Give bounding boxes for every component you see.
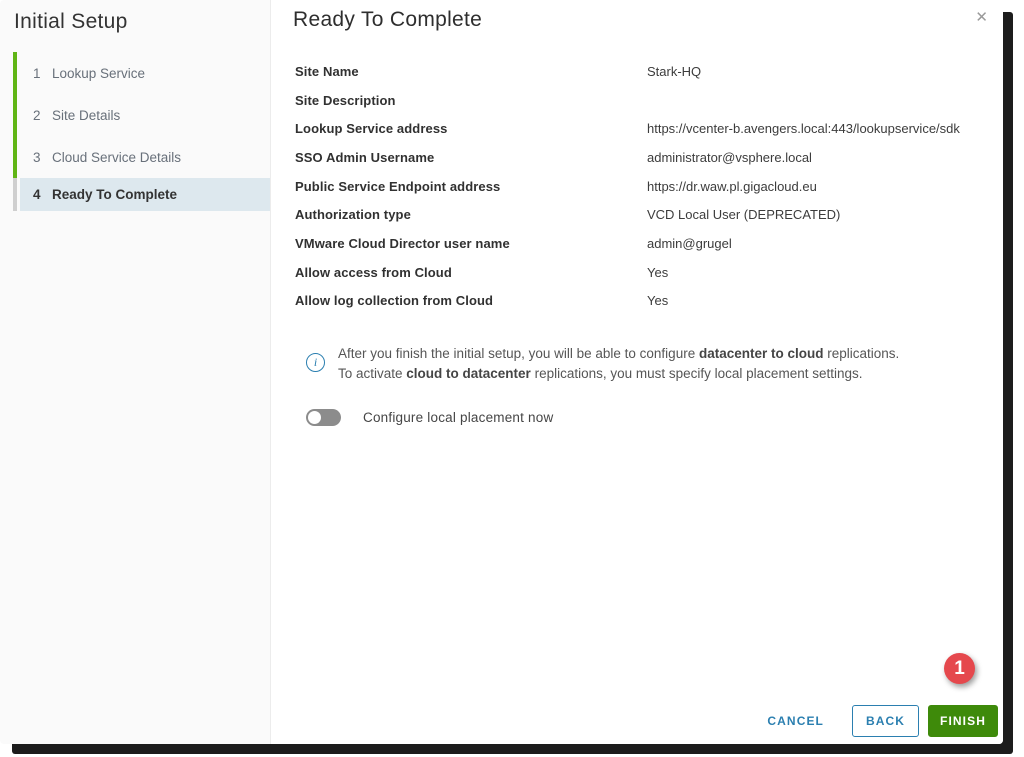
summary-row: Allow log collection from CloudYes	[295, 287, 983, 316]
summary-value: Yes	[647, 265, 983, 280]
toggle-label: Configure local placement now	[363, 410, 553, 425]
info-note: i After you finish the initial setup, yo…	[306, 344, 931, 384]
back-button[interactable]: BACK	[852, 705, 919, 737]
summary-label: Lookup Service address	[295, 121, 647, 136]
wizard-steps: 1Lookup Service2Site Details3Cloud Servi…	[0, 52, 270, 211]
summary-value: VCD Local User (DEPRECATED)	[647, 207, 983, 222]
step-number: 1	[33, 66, 52, 81]
summary-value: admin@grugel	[647, 236, 983, 251]
step-label: Cloud Service Details	[52, 150, 181, 165]
wizard-step-site-details[interactable]: 2Site Details	[20, 94, 270, 136]
progress-bar-current	[13, 178, 17, 211]
summary-value: https://dr.waw.pl.gigacloud.eu	[647, 179, 983, 194]
step-number: 2	[33, 108, 52, 123]
summary-row: Public Service Endpoint addresshttps://d…	[295, 172, 983, 201]
local-placement-toggle-row: Configure local placement now	[306, 409, 553, 426]
step-label: Lookup Service	[52, 66, 145, 81]
summary-row: Lookup Service addresshttps://vcenter-b.…	[295, 114, 983, 143]
step-number: 3	[33, 150, 52, 165]
step-label: Ready To Complete	[52, 187, 177, 202]
summary-label: Authorization type	[295, 207, 647, 222]
summary-label: Site Description	[295, 93, 647, 108]
wizard-step-ready-to-complete[interactable]: 4Ready To Complete	[20, 178, 270, 211]
summary-list: Site NameStark-HQSite DescriptionLookup …	[295, 57, 983, 315]
initial-setup-wizard-dialog: Initial Setup 1Lookup Service2Site Detai…	[0, 0, 1003, 744]
cancel-button[interactable]: CANCEL	[753, 705, 838, 737]
progress-bar-completed	[13, 52, 17, 178]
summary-label: Allow log collection from Cloud	[295, 293, 647, 308]
annotation-badge-1: 1	[944, 653, 975, 684]
summary-row: SSO Admin Usernameadministrator@vsphere.…	[295, 143, 983, 172]
summary-value: https://vcenter-b.avengers.local:443/loo…	[647, 121, 983, 136]
summary-label: Public Service Endpoint address	[295, 179, 647, 194]
summary-label: Allow access from Cloud	[295, 265, 647, 280]
wizard-sidebar: Initial Setup 1Lookup Service2Site Detai…	[0, 0, 271, 744]
step-label: Site Details	[52, 108, 120, 123]
wizard-content-panel: Ready To Complete ✕ Site NameStark-HQSit…	[271, 0, 1003, 744]
wizard-step-cloud-service-details[interactable]: 3Cloud Service Details	[20, 136, 270, 178]
summary-value: Stark-HQ	[647, 64, 983, 79]
summary-row: Authorization typeVCD Local User (DEPREC…	[295, 200, 983, 229]
wizard-title: Initial Setup	[0, 0, 270, 34]
page-title: Ready To Complete	[271, 0, 1003, 32]
finish-button[interactable]: FINISH	[928, 705, 998, 737]
summary-row: Allow access from CloudYes	[295, 258, 983, 287]
summary-row: VMware Cloud Director user nameadmin@gru…	[295, 229, 983, 258]
wizard-footer: CANCEL BACK FINISH	[753, 705, 998, 737]
summary-row: Site NameStark-HQ	[295, 57, 983, 86]
configure-local-placement-toggle[interactable]	[306, 409, 341, 426]
wizard-step-lookup-service[interactable]: 1Lookup Service	[20, 52, 270, 94]
screen: Initial Setup 1Lookup Service2Site Detai…	[0, 0, 1024, 757]
info-note-line1: After you finish the initial setup, you …	[338, 344, 899, 364]
info-icon: i	[306, 353, 325, 372]
summary-value: administrator@vsphere.local	[647, 150, 983, 165]
close-icon[interactable]: ✕	[973, 8, 990, 27]
summary-value: Yes	[647, 293, 983, 308]
info-note-text: After you finish the initial setup, you …	[338, 344, 899, 384]
summary-row: Site Description	[295, 86, 983, 115]
summary-label: Site Name	[295, 64, 647, 79]
summary-label: SSO Admin Username	[295, 150, 647, 165]
info-note-line2: To activate cloud to datacenter replicat…	[338, 364, 899, 384]
summary-label: VMware Cloud Director user name	[295, 236, 647, 251]
step-number: 4	[33, 187, 52, 202]
